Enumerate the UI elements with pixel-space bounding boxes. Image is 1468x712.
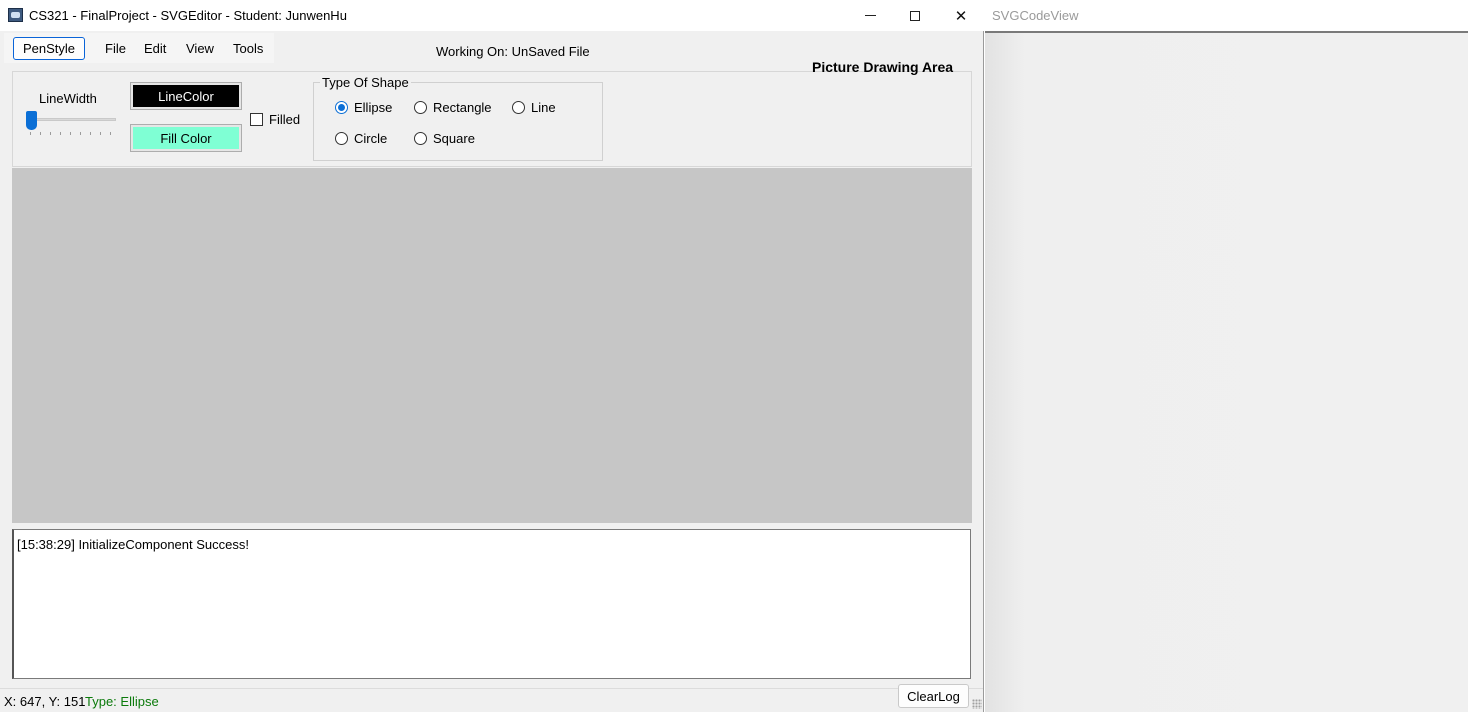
filled-label[interactable]: Filled bbox=[269, 112, 300, 127]
drawing-canvas[interactable] bbox=[12, 168, 972, 523]
fill-color-button[interactable]: Fill Color bbox=[130, 124, 242, 152]
status-coordinates: X: 647, Y: 151 bbox=[4, 694, 86, 709]
log-line: [15:38:29] InitializeComponent Success! bbox=[17, 537, 249, 552]
menu-file[interactable]: File bbox=[96, 37, 135, 60]
radio-ellipse[interactable] bbox=[335, 101, 348, 114]
window-title: CS321 - FinalProject - SVGEditor - Stude… bbox=[29, 8, 347, 23]
radio-rectangle-label[interactable]: Rectangle bbox=[433, 100, 492, 115]
filled-checkbox[interactable] bbox=[250, 113, 263, 126]
line-width-slider-ticks bbox=[30, 132, 112, 135]
line-width-slider[interactable] bbox=[27, 118, 116, 121]
line-width-label: LineWidth bbox=[39, 91, 97, 106]
menu-tools[interactable]: Tools bbox=[224, 37, 272, 60]
log-textbox[interactable]: [15:38:29] InitializeComponent Success! bbox=[12, 529, 971, 679]
radio-square[interactable] bbox=[414, 132, 427, 145]
code-view-title-bar[interactable]: SVGCodeView bbox=[985, 0, 1468, 33]
clear-log-button[interactable]: ClearLog bbox=[898, 684, 969, 708]
line-width-slider-thumb[interactable] bbox=[26, 111, 37, 130]
close-icon: ✕ bbox=[954, 7, 968, 25]
radio-circle-label[interactable]: Circle bbox=[354, 131, 387, 146]
close-button[interactable]: ✕ bbox=[938, 0, 984, 31]
app-icon bbox=[8, 8, 23, 22]
working-on-label: Working On: UnSaved File bbox=[436, 44, 590, 59]
maximize-icon bbox=[910, 10, 920, 21]
status-bar: X: 647, Y: 151 Type: Ellipse bbox=[0, 688, 983, 712]
radio-circle[interactable] bbox=[335, 132, 348, 145]
drawing-area-title: Picture Drawing Area bbox=[812, 59, 954, 75]
main-window: CS321 - FinalProject - SVGEditor - Stude… bbox=[0, 0, 984, 712]
title-bar[interactable]: CS321 - FinalProject - SVGEditor - Stude… bbox=[0, 0, 984, 31]
svg-code-text-area[interactable] bbox=[985, 33, 1468, 712]
svg-code-view-window: SVGCodeView bbox=[985, 0, 1468, 712]
minimize-icon bbox=[864, 15, 876, 16]
radio-ellipse-label[interactable]: Ellipse bbox=[354, 100, 392, 115]
menu-view[interactable]: View bbox=[177, 37, 223, 60]
maximize-button[interactable] bbox=[892, 0, 938, 31]
status-shape-type: Type: Ellipse bbox=[85, 694, 159, 709]
radio-rectangle[interactable] bbox=[414, 101, 427, 114]
radio-line[interactable] bbox=[512, 101, 525, 114]
code-view-title: SVGCodeView bbox=[992, 8, 1079, 23]
shape-type-legend: Type Of Shape bbox=[320, 75, 411, 90]
menu-edit[interactable]: Edit bbox=[135, 37, 175, 60]
minimize-button[interactable] bbox=[847, 0, 893, 31]
radio-square-label[interactable]: Square bbox=[433, 131, 475, 146]
line-color-button[interactable]: LineColor bbox=[130, 82, 242, 110]
menu-penstyle[interactable]: PenStyle bbox=[13, 37, 86, 60]
radio-line-label[interactable]: Line bbox=[531, 100, 556, 115]
resize-grip-icon[interactable] bbox=[972, 699, 982, 709]
shape-type-group bbox=[313, 82, 603, 161]
